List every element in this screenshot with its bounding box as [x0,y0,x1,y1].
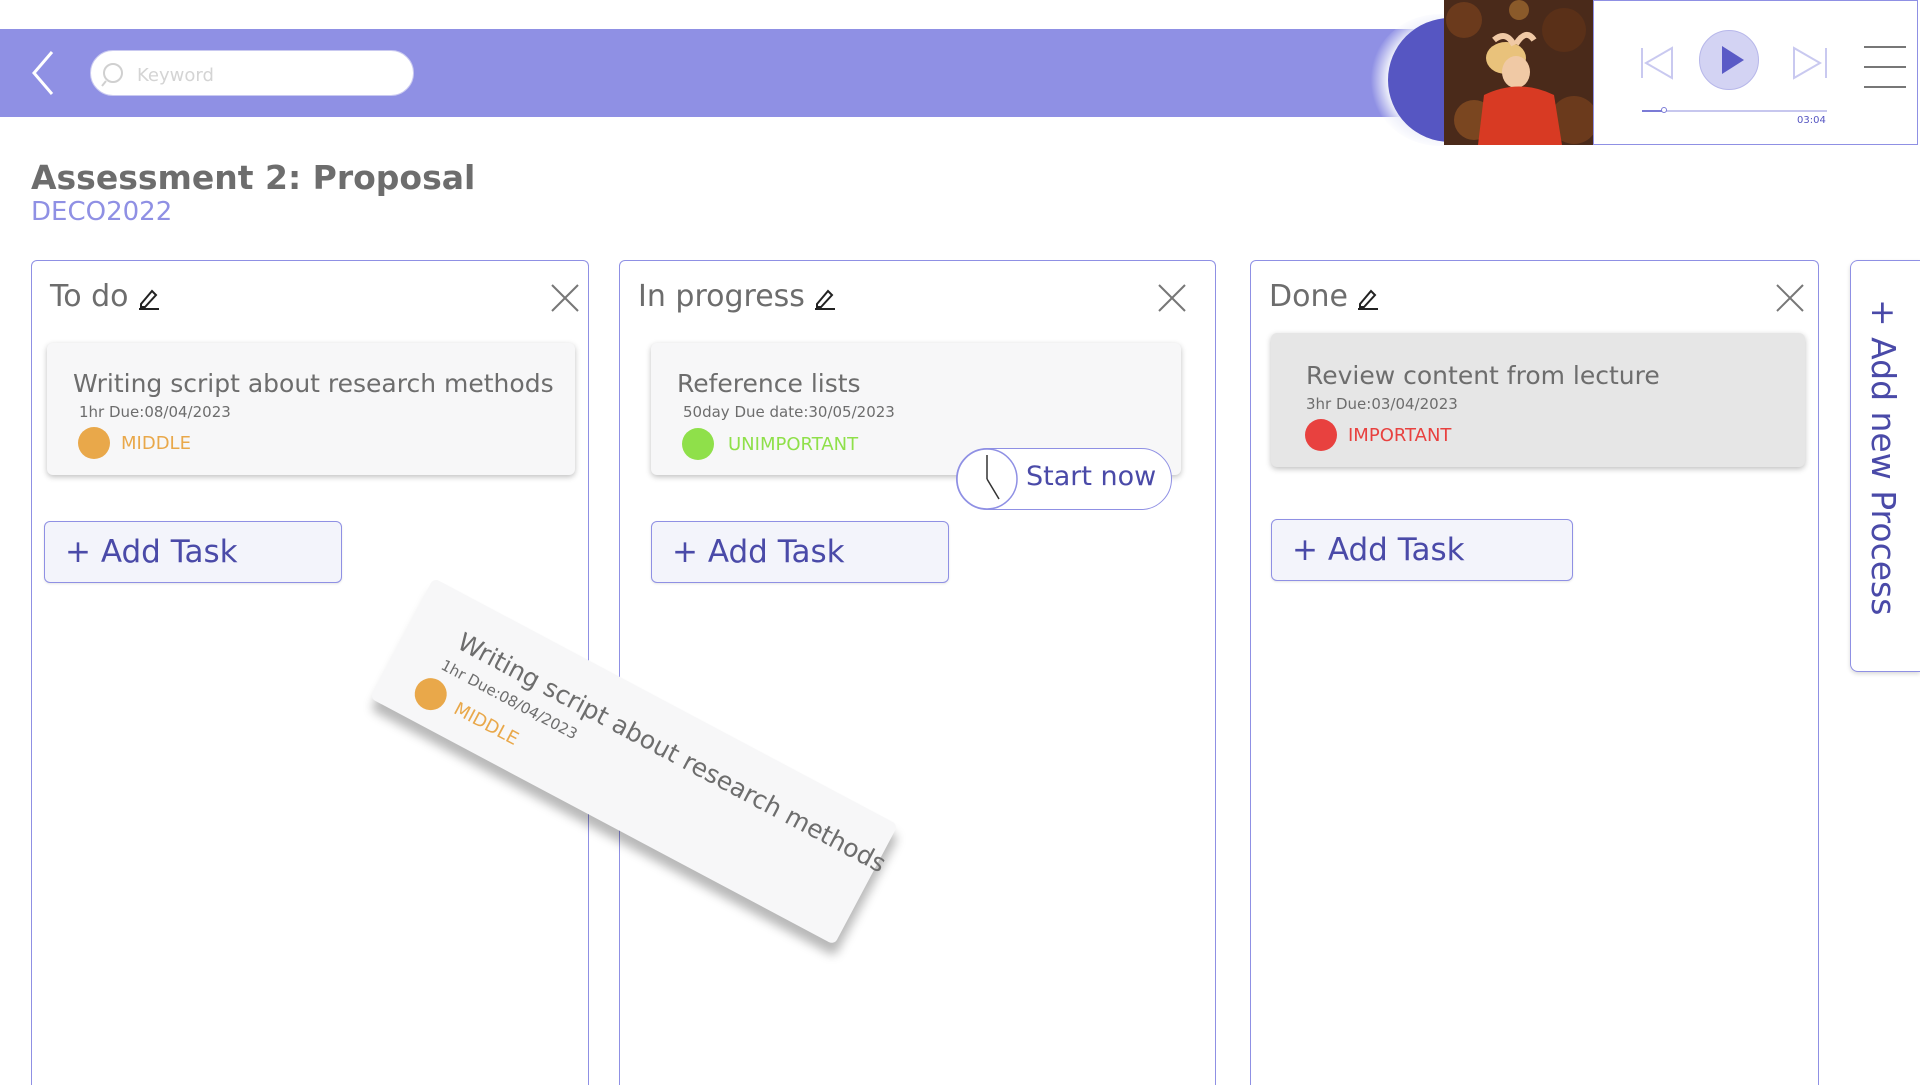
priority-dot [682,428,714,460]
edit-icon[interactable] [137,286,161,310]
column-done: Done Review content from lecture 3hr Due… [1250,260,1819,1085]
priority-dot [409,672,453,716]
priority-dot [1305,419,1337,451]
next-track-icon[interactable] [1790,45,1830,81]
start-now-label: Start now [1026,461,1157,492]
task-title: Writing script about research methods [73,369,554,398]
add-new-process-label: + Add new Process [1864,299,1903,616]
task-title: Review content from lecture [1306,361,1660,390]
add-task-button[interactable]: + Add Task [651,521,949,583]
back-arrow-icon[interactable] [28,48,58,98]
column-title: In progress [638,279,837,314]
column-title-text: To do [50,279,129,314]
column-title-text: In progress [638,279,805,314]
playback-time: 03:04 [1797,115,1826,126]
edit-icon[interactable] [1356,286,1380,310]
task-card[interactable]: Writing script about research methods 1h… [47,343,575,475]
priority-label: UNIMPORTANT [728,434,859,455]
add-task-button[interactable]: + Add Task [1271,519,1573,581]
close-icon[interactable] [1776,284,1804,312]
playback-progress[interactable] [1642,107,1827,113]
column-in-progress: In progress Reference lists 50day Due da… [619,260,1216,1085]
edit-icon[interactable] [813,286,837,310]
column-title: Done [1269,279,1380,314]
course-code: DECO2022 [31,197,173,227]
clock-icon [956,448,1018,510]
priority-label: MIDDLE [121,433,191,454]
search-box[interactable] [90,50,414,96]
close-icon[interactable] [551,284,579,312]
task-meta: 1hr Due:08/04/2023 [79,403,231,421]
album-cover [1444,0,1593,145]
add-new-process-button[interactable]: + Add new Process [1850,260,1920,672]
previous-track-icon[interactable] [1638,45,1678,81]
play-icon [1722,46,1744,74]
search-input[interactable] [135,59,399,91]
column-title: To do [50,279,161,314]
priority-dot [78,427,110,459]
start-now-button[interactable]: Start now [956,448,1172,510]
task-meta: 3hr Due:03/04/2023 [1306,395,1458,413]
task-card[interactable]: Review content from lecture 3hr Due:03/0… [1271,333,1805,467]
task-title: Reference lists [677,369,861,398]
column-title-text: Done [1269,279,1348,314]
play-button[interactable] [1699,30,1759,90]
search-icon [101,63,123,87]
menu-icon[interactable] [1864,44,1906,90]
add-task-button[interactable]: + Add Task [44,521,342,583]
close-icon[interactable] [1158,284,1186,312]
task-meta: 50day Due date:30/05/2023 [683,403,895,421]
page-title: Assessment 2: Proposal [31,158,476,197]
priority-label: IMPORTANT [1348,425,1452,446]
